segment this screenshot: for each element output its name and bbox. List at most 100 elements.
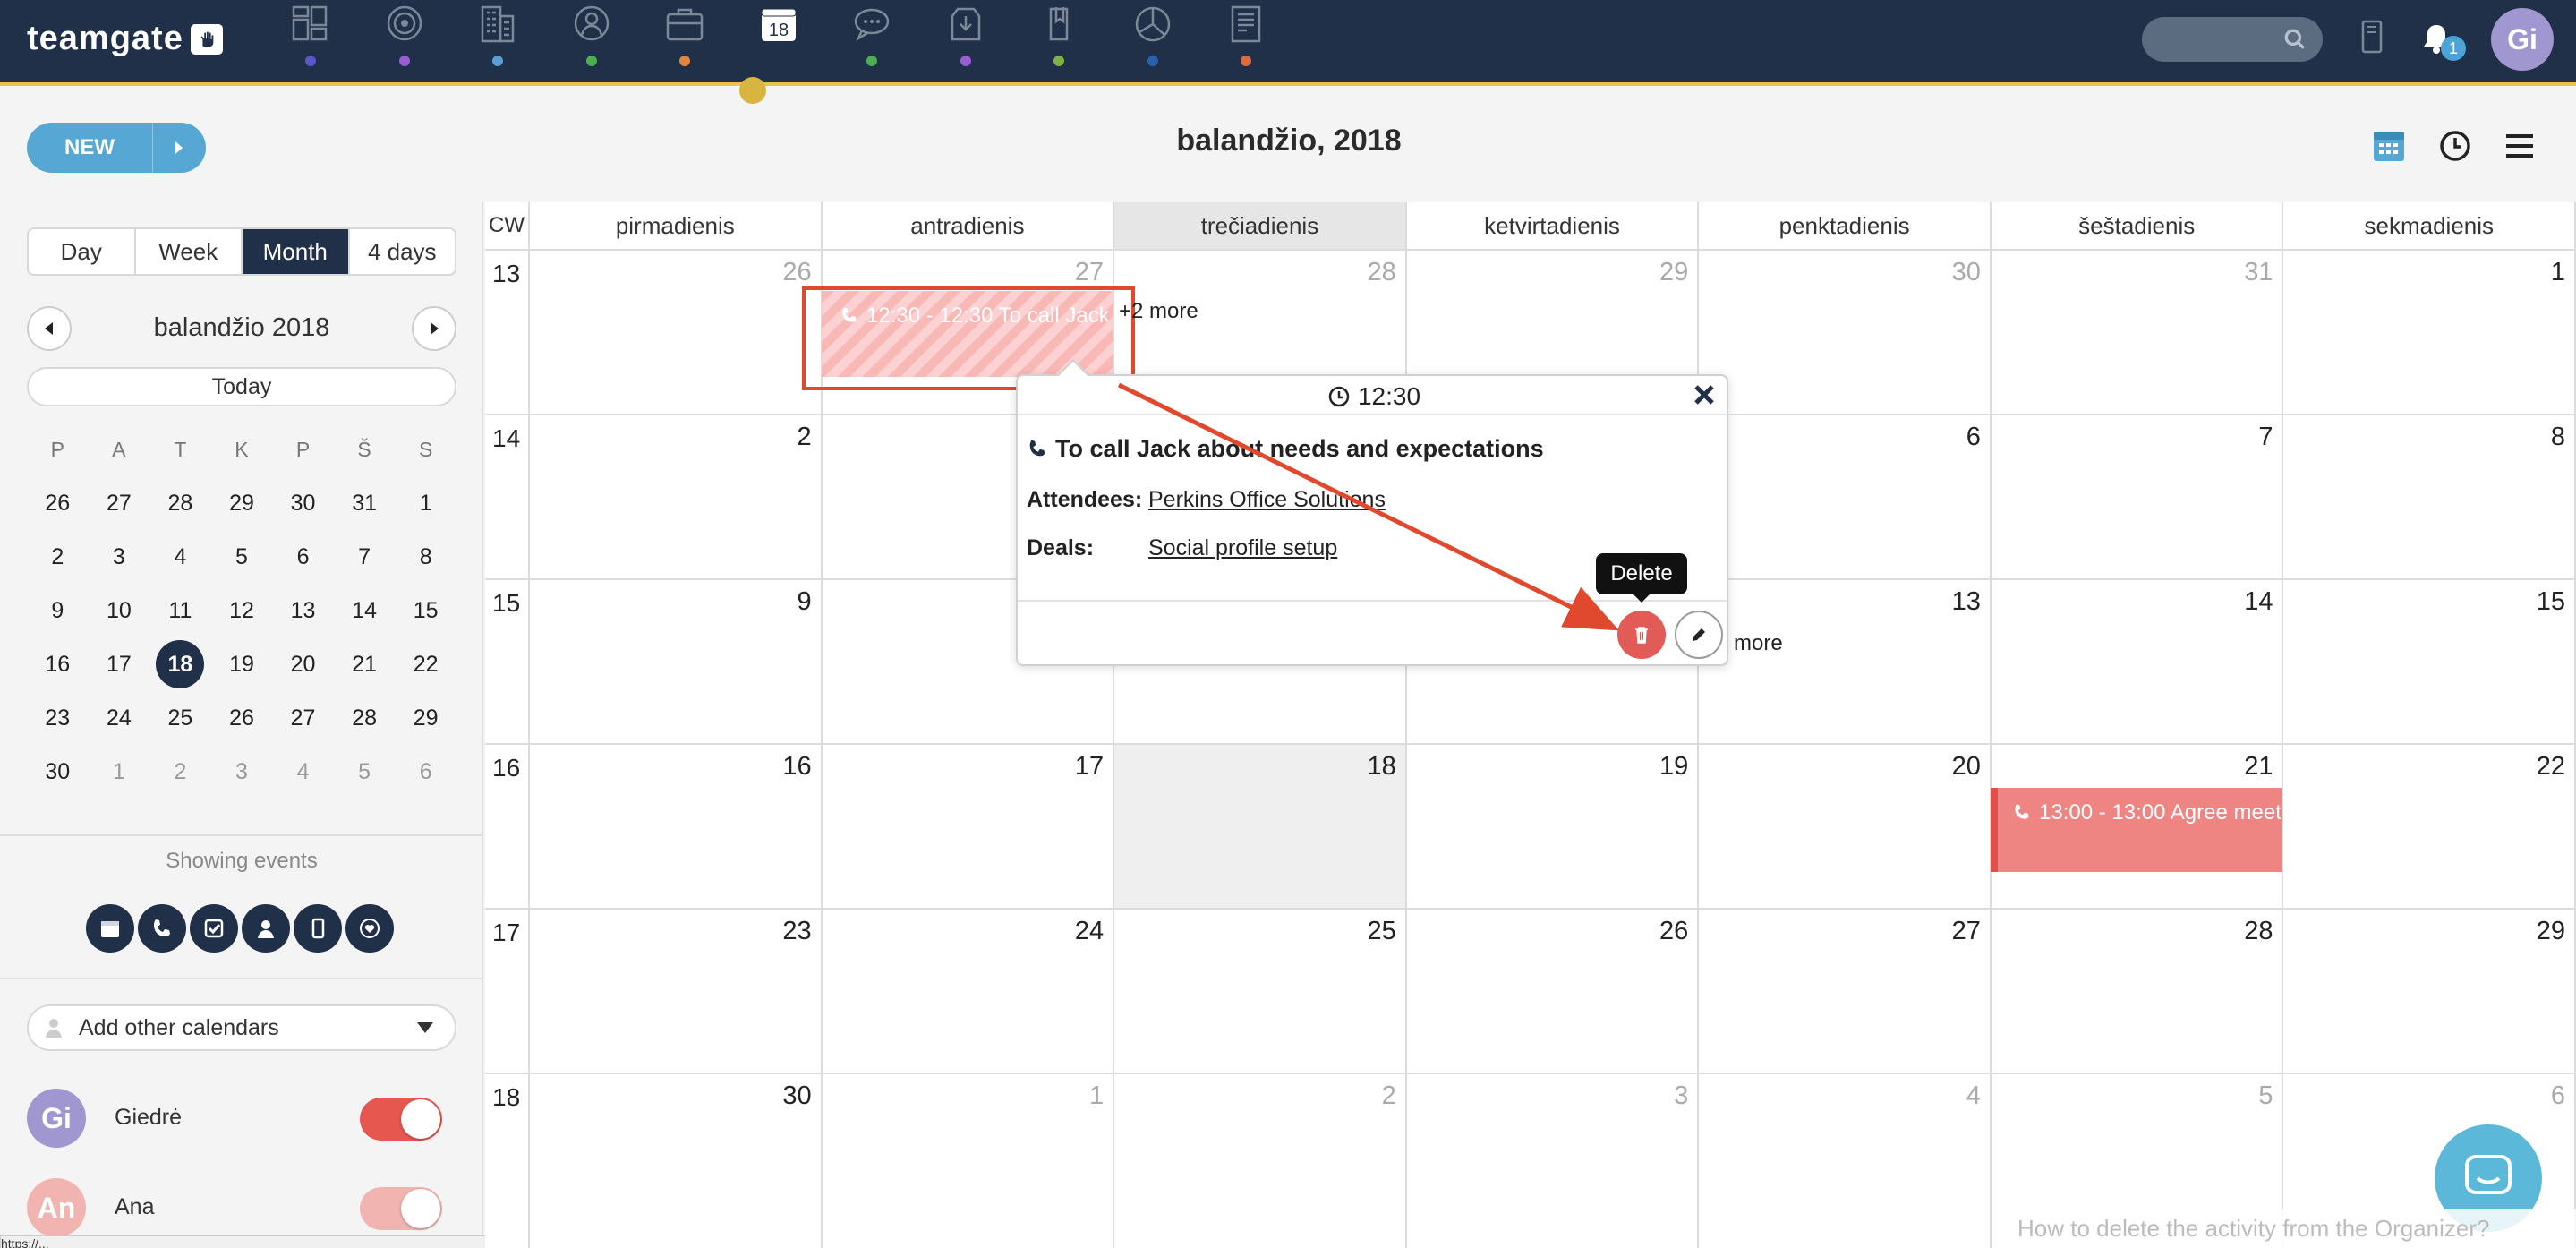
nav-leads[interactable] <box>358 0 452 82</box>
mini-day[interactable]: 27 <box>89 476 150 530</box>
clock-view-icon[interactable] <box>2436 127 2474 165</box>
mini-day[interactable]: 30 <box>27 745 89 799</box>
mini-day[interactable]: 7 <box>334 530 396 584</box>
mini-day[interactable]: 8 <box>395 530 456 584</box>
more-events-link[interactable]: more <box>1734 631 1783 656</box>
mini-day[interactable]: 10 <box>89 584 150 637</box>
mini-day[interactable]: 29 <box>395 691 456 745</box>
calendar-day-cell[interactable]: 25 <box>1114 910 1407 1073</box>
mini-day[interactable]: 4 <box>149 530 211 584</box>
filter-contacts[interactable] <box>242 904 290 953</box>
calendar-day-cell[interactable]: 13 <box>1699 580 1992 743</box>
menu-icon[interactable] <box>2501 127 2538 165</box>
calendar-day-cell[interactable]: 1 <box>2283 251 2576 414</box>
mini-day[interactable]: 4 <box>272 745 334 799</box>
mini-day[interactable]: 1 <box>89 745 150 799</box>
mini-day[interactable]: 5 <box>211 530 273 584</box>
filter-meetings[interactable] <box>86 904 134 953</box>
user-avatar[interactable]: Gi <box>2491 8 2554 71</box>
phone-device-icon[interactable] <box>2352 16 2392 61</box>
mini-day[interactable]: 28 <box>149 476 211 530</box>
calendar-day-cell[interactable]: 26 <box>1407 910 1700 1073</box>
calendar-toggle[interactable] <box>360 1098 442 1141</box>
calendar-day-cell[interactable]: 2 <box>530 415 823 578</box>
mini-day[interactable]: 3 <box>89 530 150 584</box>
calendar-day-cell[interactable]: 22 <box>2283 745 2576 908</box>
calendar-day-cell[interactable]: 23 <box>530 910 823 1073</box>
more-events-link[interactable]: +2 more <box>1119 299 1198 324</box>
today-button[interactable]: Today <box>27 367 456 406</box>
calendar-day-cell[interactable]: 30 <box>530 1074 823 1248</box>
calendar-day-cell[interactable]: 24 <box>823 910 1115 1073</box>
calendar-day-cell[interactable]: 2 <box>1114 1074 1407 1248</box>
mini-day[interactable]: 1 <box>395 476 456 530</box>
mini-day[interactable]: 29 <box>211 476 273 530</box>
calendar-day-cell[interactable]: 20 <box>1699 745 1992 908</box>
mini-day[interactable]: 27 <box>272 691 334 745</box>
calendar-day-cell[interactable]: 27 <box>1699 910 1992 1073</box>
calendar-day-cell[interactable]: 3 <box>1407 1074 1700 1248</box>
calendar-day-cell[interactable]: 7 <box>1992 415 2284 578</box>
event-agree-meeting[interactable]: 13:00 - 13:00 Agree meeting <box>1991 788 2282 872</box>
calendar-day-cell[interactable]: 15 <box>2283 580 2576 743</box>
calendar-day-cell[interactable]: 6 <box>1699 415 1992 578</box>
mini-day[interactable]: 11 <box>149 584 211 637</box>
mini-day[interactable]: 16 <box>27 637 89 691</box>
mini-day[interactable]: 5 <box>334 745 396 799</box>
filter-calls[interactable] <box>138 904 186 953</box>
calendar-day-cell[interactable]: 30 <box>1699 251 1992 414</box>
view-day-button[interactable]: Day <box>29 229 136 274</box>
close-icon[interactable] <box>1691 381 1718 408</box>
calendar-day-cell-today[interactable]: 18 <box>1114 745 1407 908</box>
nav-people[interactable] <box>545 0 639 82</box>
mini-day[interactable]: 6 <box>272 530 334 584</box>
view-month-button[interactable]: Month <box>243 229 350 274</box>
mini-day[interactable]: 13 <box>272 584 334 637</box>
mini-day[interactable]: 19 <box>211 637 273 691</box>
mini-day[interactable]: 30 <box>272 476 334 530</box>
calendar-day-cell[interactable]: 16 <box>530 745 823 908</box>
nav-conversations[interactable] <box>825 0 919 82</box>
mini-day[interactable]: 26 <box>27 476 89 530</box>
mini-day[interactable]: 24 <box>89 691 150 745</box>
calendar-toggle[interactable] <box>360 1187 442 1230</box>
nav-deals[interactable] <box>638 0 732 82</box>
delete-button[interactable] <box>1617 611 1666 659</box>
calendar-day-cell[interactable]: 28 <box>1992 910 2284 1073</box>
add-other-calendars-dropdown[interactable]: Add other calendars <box>27 1004 456 1051</box>
mini-day[interactable]: 21 <box>334 637 396 691</box>
mini-day[interactable]: 15 <box>395 584 456 637</box>
global-search[interactable] <box>2142 17 2323 62</box>
mini-day[interactable]: 2 <box>149 745 211 799</box>
nav-invoices[interactable] <box>1199 0 1293 82</box>
mini-day[interactable]: 14 <box>334 584 396 637</box>
calendar-day-cell[interactable]: 19 <box>1407 745 1700 908</box>
nav-reports[interactable] <box>1106 0 1200 82</box>
filter-tasks[interactable] <box>190 904 238 953</box>
view-week-button[interactable]: Week <box>136 229 243 274</box>
mini-day[interactable]: 2 <box>27 530 89 584</box>
deals-link[interactable]: Social profile setup <box>1148 535 1337 561</box>
mini-day[interactable]: 12 <box>211 584 273 637</box>
mini-day[interactable]: 3 <box>211 745 273 799</box>
calendar-day-cell[interactable]: 14 <box>1992 580 2284 743</box>
calendar-day-cell[interactable]: 1 <box>823 1074 1115 1248</box>
calendar-day-cell[interactable]: 4 <box>1699 1074 1992 1248</box>
calendar-view-icon[interactable] <box>2370 127 2408 165</box>
mini-day[interactable]: 26 <box>211 691 273 745</box>
mini-day[interactable]: 17 <box>89 637 150 691</box>
mini-day[interactable]: 28 <box>334 691 396 745</box>
calendar-day-cell[interactable]: 8 <box>2283 415 2576 578</box>
mini-day[interactable]: 31 <box>334 476 396 530</box>
nav-dashboard[interactable] <box>264 0 358 82</box>
mini-day[interactable]: 22 <box>395 637 456 691</box>
new-button[interactable]: NEW <box>27 123 206 173</box>
mini-day[interactable]: 9 <box>27 584 89 637</box>
calendar-day-cell[interactable]: 29 <box>2283 910 2576 1073</box>
nav-inbox[interactable] <box>919 0 1013 82</box>
calendar-day-cell[interactable]: 26 <box>530 251 823 414</box>
view-4days-button[interactable]: 4 days <box>350 229 456 274</box>
filter-favorites[interactable] <box>345 904 394 953</box>
next-month-button[interactable] <box>412 306 456 351</box>
new-dropdown-toggle[interactable] <box>152 123 206 173</box>
